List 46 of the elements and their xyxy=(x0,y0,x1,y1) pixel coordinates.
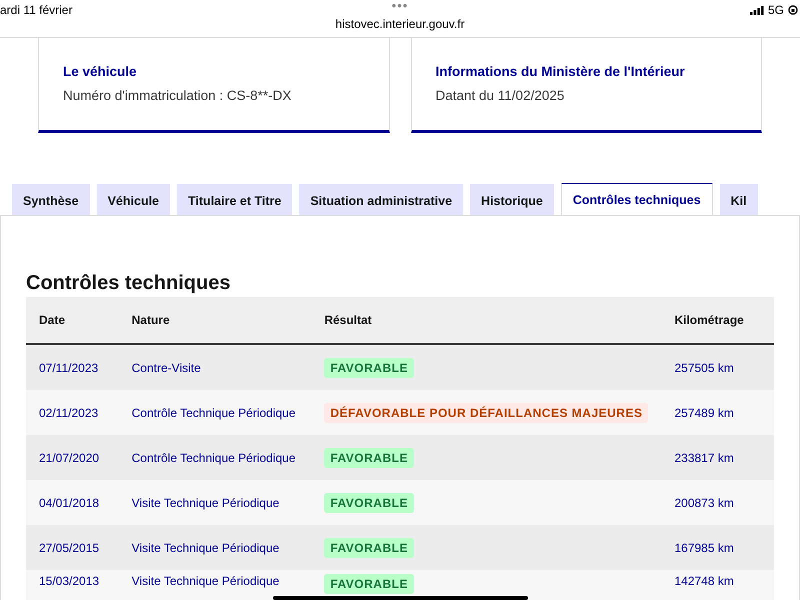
card-text: Datant du 11/02/2025 xyxy=(436,88,566,103)
mileage-cell: 233817 km xyxy=(661,435,774,480)
date-cell: 27/05/2015 xyxy=(26,525,119,570)
column-header: Date xyxy=(26,297,119,344)
result-badge: FAVORABLE xyxy=(324,574,414,594)
nature-cell: Contrôle Technique Périodique xyxy=(118,390,312,435)
lock-rotation-icon xyxy=(788,5,798,15)
column-header: Résultat xyxy=(311,297,662,344)
tab[interactable]: Situation administrative xyxy=(299,184,464,215)
result-badge: FAVORABLE xyxy=(324,492,414,512)
date-cell: 07/11/2023 xyxy=(26,344,119,390)
date-text: ardi 11 février xyxy=(0,3,72,17)
date-cell: 04/01/2018 xyxy=(26,480,119,525)
date-cell: 21/07/2020 xyxy=(26,435,119,480)
mileage-cell: 257505 km xyxy=(661,344,774,390)
nature-cell: Visite Technique Périodique xyxy=(118,570,312,600)
network-text: 5G xyxy=(768,3,784,17)
result-badge: FAVORABLE xyxy=(324,538,414,558)
result-badge: FAVORABLE xyxy=(324,448,414,468)
card-title: Le véhicule xyxy=(63,64,138,79)
nature-cell: Visite Technique Périodique xyxy=(118,480,312,525)
result-badge: DÉFAVORABLE POUR DÉFAILLANCES MAJEURES xyxy=(324,402,648,422)
mileage-cell: 200873 km xyxy=(661,480,774,525)
tab[interactable]: Titulaire et Titre xyxy=(177,184,292,215)
mileage-cell: 142748 km xyxy=(661,570,774,600)
mileage-cell: 257489 km xyxy=(661,390,774,435)
nature-cell: Contre-Visite xyxy=(118,344,312,390)
tab[interactable]: Véhicule xyxy=(96,184,170,215)
date-cell: 15/03/2013 xyxy=(26,570,119,600)
card-title: Informations du Ministère de l'Intérieur xyxy=(436,64,686,79)
section-heading: Contrôles techniques xyxy=(26,272,230,295)
mileage-cell: 167985 km xyxy=(661,525,774,570)
result-badge: FAVORABLE xyxy=(324,358,414,378)
nature-cell: Visite Technique Périodique xyxy=(118,525,312,570)
date-cell: 02/11/2023 xyxy=(26,390,119,435)
url-text[interactable]: histovec.interieur.gouv.fr xyxy=(335,17,465,31)
more-dots[interactable]: ••• xyxy=(392,0,408,13)
tab[interactable]: Contrôles techniques xyxy=(560,183,713,215)
signal-icon xyxy=(750,6,764,14)
tab[interactable]: Synthèse xyxy=(12,184,90,215)
column-header: Kilométrage xyxy=(661,297,774,344)
tab[interactable]: Kil xyxy=(720,184,758,215)
card-text: Numéro d'immatriculation : CS-8**-DX xyxy=(63,88,292,103)
tab[interactable]: Historique xyxy=(470,184,554,215)
nature-cell: Contrôle Technique Périodique xyxy=(118,435,312,480)
column-header: Nature xyxy=(118,297,312,344)
